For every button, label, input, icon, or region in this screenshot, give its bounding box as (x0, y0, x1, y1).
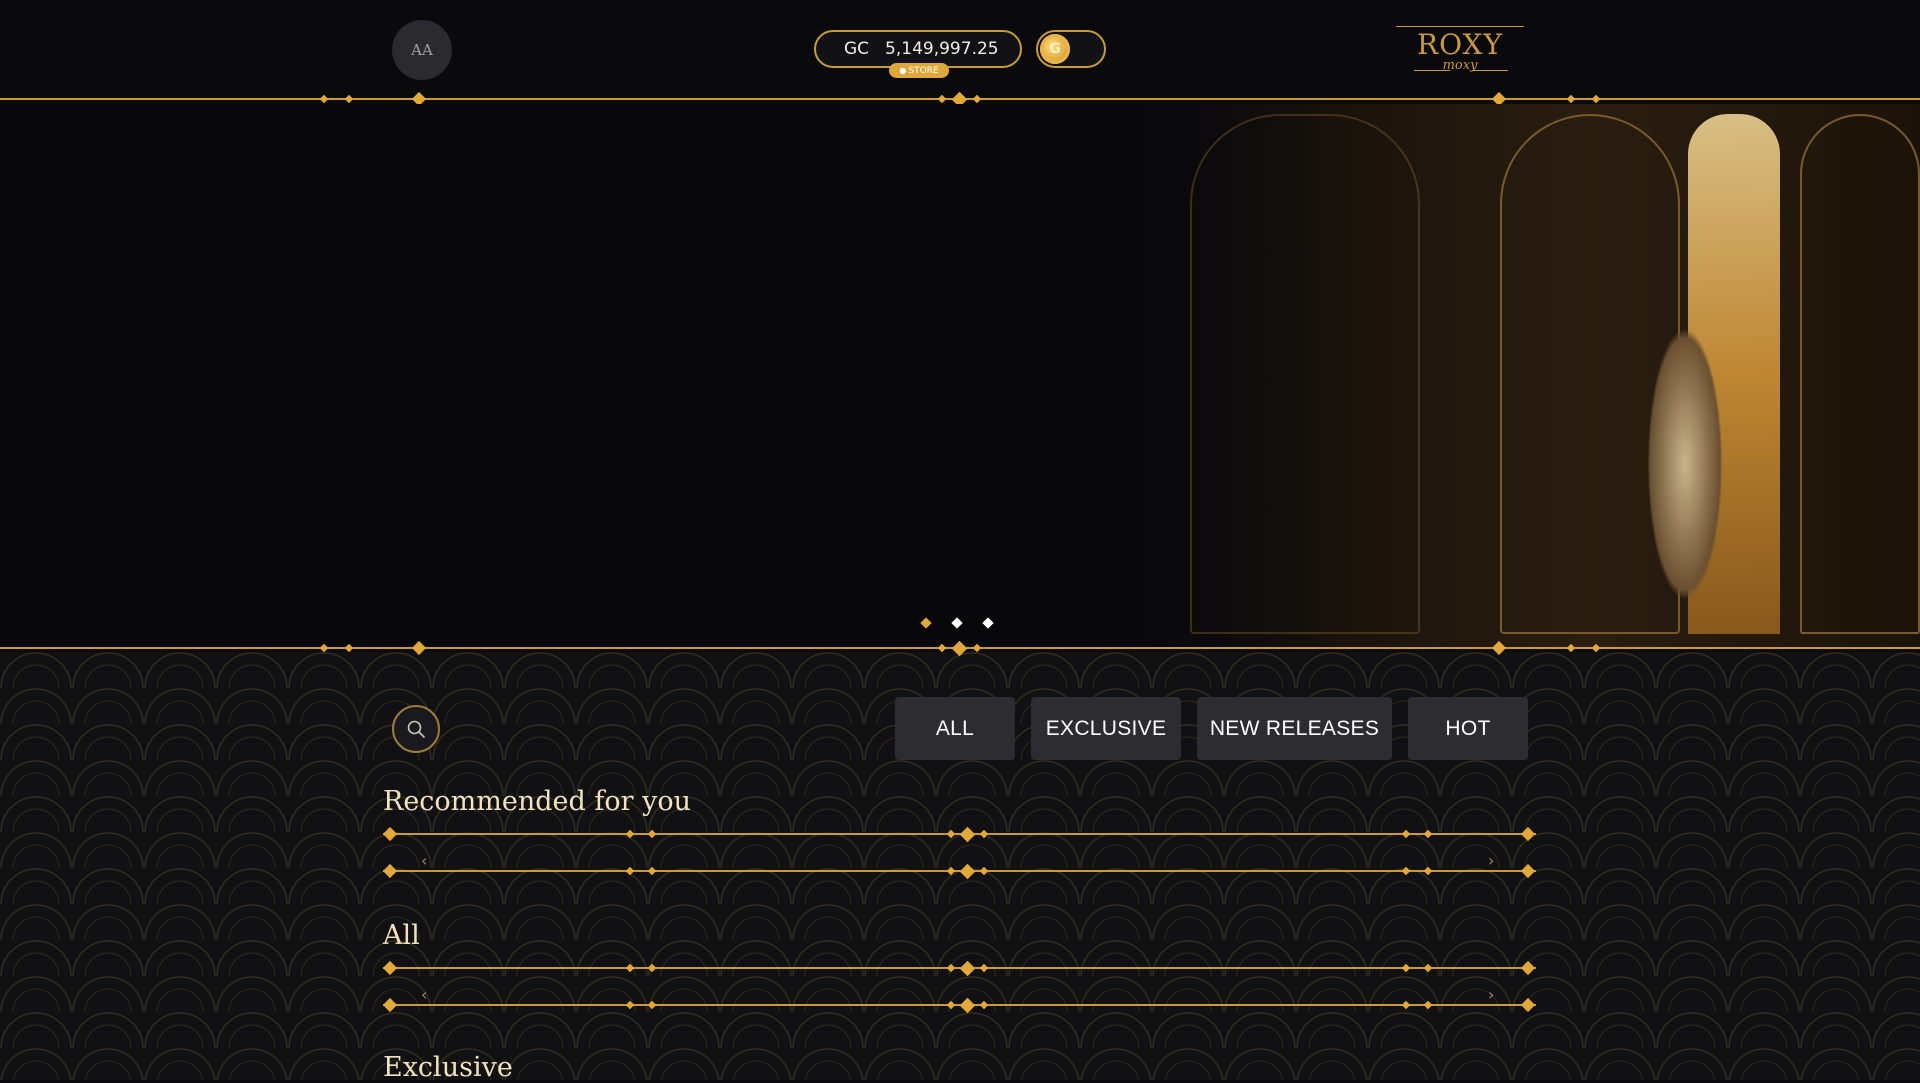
rule-diamond (946, 963, 956, 973)
rule-diamond (1423, 829, 1433, 839)
section-rule-top (382, 826, 1536, 843)
divider-diamond (951, 640, 968, 657)
hero-banner[interactable] (0, 104, 1920, 647)
rule-diamond (625, 829, 635, 839)
rule-diamond (946, 1000, 956, 1010)
divider-diamond (411, 640, 427, 656)
rule-diamond (1401, 866, 1411, 876)
rule-diamond (1401, 1000, 1411, 1010)
rule-diamond (959, 863, 976, 880)
divider-diamond (937, 94, 947, 104)
carousel-indicators (920, 617, 994, 629)
balance-amount: 5,149,997.25 (885, 39, 999, 59)
logo-right-rule (1472, 70, 1508, 71)
rule-diamond (959, 997, 976, 1014)
store-button[interactable]: ● STORE (889, 63, 949, 78)
logo-sub-text: moxy (1442, 58, 1478, 73)
hero-door-right (1800, 114, 1920, 634)
carousel-dot[interactable] (920, 617, 932, 629)
rule-diamond (959, 826, 976, 843)
rule-diamond (382, 826, 398, 842)
carousel-dot[interactable] (982, 617, 994, 629)
carousel-dot[interactable] (951, 617, 963, 629)
filter-hot-button[interactable]: HOT (1408, 697, 1528, 760)
hero-door-left (1190, 114, 1420, 634)
search-button[interactable] (392, 705, 440, 753)
divider-diamond (972, 643, 982, 653)
logo-left-rule (1414, 70, 1450, 71)
rule-diamond (1401, 829, 1411, 839)
rule-diamond (382, 863, 398, 879)
rule-diamond (625, 963, 635, 973)
rule-diamond (979, 963, 989, 973)
rule-diamond (1401, 963, 1411, 973)
user-avatar[interactable]: AA (392, 20, 452, 80)
rule-diamond (625, 1000, 635, 1010)
brand-logo[interactable]: ROXY moxy (1390, 18, 1530, 82)
section-title-exclusive: Exclusive (383, 1052, 513, 1083)
gold-coin-icon: G (1040, 34, 1070, 64)
section-rule-top (382, 960, 1536, 977)
balance-currency: GC (844, 39, 870, 59)
divider-diamond (344, 643, 354, 653)
rule-diamond (382, 997, 398, 1013)
divider-diamond (972, 94, 982, 104)
section-title-recommended: Recommended for you (383, 786, 692, 817)
rule-diamond (625, 866, 635, 876)
section-rule-bottom (382, 863, 1536, 880)
divider-diamond (1566, 94, 1576, 104)
avatar-initials: AA (411, 41, 433, 59)
divider-diamond (1566, 643, 1576, 653)
rule-diamond (647, 866, 657, 876)
currency-toggle[interactable]: G (1036, 30, 1106, 68)
divider-diamond (1491, 640, 1507, 656)
filter-new-releases-button[interactable]: NEW RELEASES (1197, 697, 1392, 760)
hero-divider (0, 640, 1920, 657)
divider-diamond (319, 643, 329, 653)
coin-icon: ● (899, 66, 907, 75)
rule-diamond (647, 829, 657, 839)
rule-diamond (979, 866, 989, 876)
divider-diamond (937, 643, 947, 653)
store-label: STORE (908, 65, 939, 76)
divider-diamond (344, 94, 354, 104)
rule-diamond (1520, 997, 1536, 1013)
rule-diamond (959, 960, 976, 977)
rule-diamond (946, 829, 956, 839)
section-title-all: All (383, 920, 420, 951)
top-header: AA GC 5,149,997.25 ● STORE G ROXY moxy (0, 0, 1920, 99)
rule-diamond (1520, 826, 1536, 842)
logo-top-rule (1396, 26, 1524, 27)
divider-diamond (319, 94, 329, 104)
rule-diamond (979, 829, 989, 839)
filter-exclusive-button[interactable]: EXCLUSIVE (1031, 697, 1181, 760)
rule-diamond (1520, 960, 1536, 976)
rule-diamond (1423, 866, 1433, 876)
rule-diamond (647, 963, 657, 973)
filter-all-button[interactable]: ALL (895, 697, 1015, 760)
rule-diamond (979, 1000, 989, 1010)
section-rule-bottom (382, 997, 1536, 1014)
rule-diamond (946, 866, 956, 876)
rule-diamond (382, 960, 398, 976)
search-icon (407, 720, 425, 738)
rule-diamond (1423, 1000, 1433, 1010)
divider-diamond (1591, 643, 1601, 653)
hero-figure (1630, 264, 1740, 644)
logo-main-text: ROXY (1417, 28, 1503, 61)
coin-symbol: G (1049, 41, 1061, 57)
rule-diamond (647, 1000, 657, 1010)
divider-diamond (1591, 94, 1601, 104)
rule-diamond (1423, 963, 1433, 973)
rule-diamond (1520, 863, 1536, 879)
